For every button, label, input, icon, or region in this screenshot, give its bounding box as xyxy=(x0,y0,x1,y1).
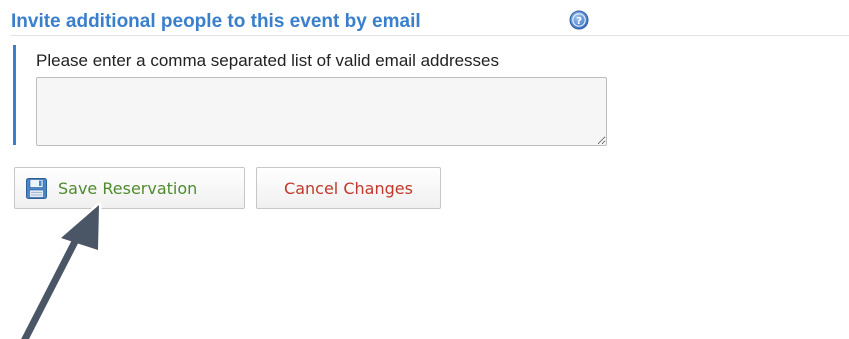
cancel-changes-button[interactable]: Cancel Changes xyxy=(256,167,441,209)
floppy-disk-icon xyxy=(26,178,47,199)
invite-form-page: Invite additional people to this event b… xyxy=(0,0,849,339)
svg-text:?: ? xyxy=(576,16,582,27)
section-title: Invite additional people to this event b… xyxy=(11,11,421,32)
save-reservation-label: Save Reservation xyxy=(58,179,198,198)
section-header: Invite additional people to this event b… xyxy=(10,6,849,36)
email-field-label: Please enter a comma separated list of v… xyxy=(36,51,500,70)
email-field-block: Please enter a comma separated list of v… xyxy=(13,45,633,146)
email-list-textarea[interactable] xyxy=(36,77,607,146)
cancel-changes-label: Cancel Changes xyxy=(284,179,413,198)
save-reservation-button[interactable]: Save Reservation xyxy=(14,167,245,209)
question-circle-icon[interactable]: ? xyxy=(569,10,589,30)
